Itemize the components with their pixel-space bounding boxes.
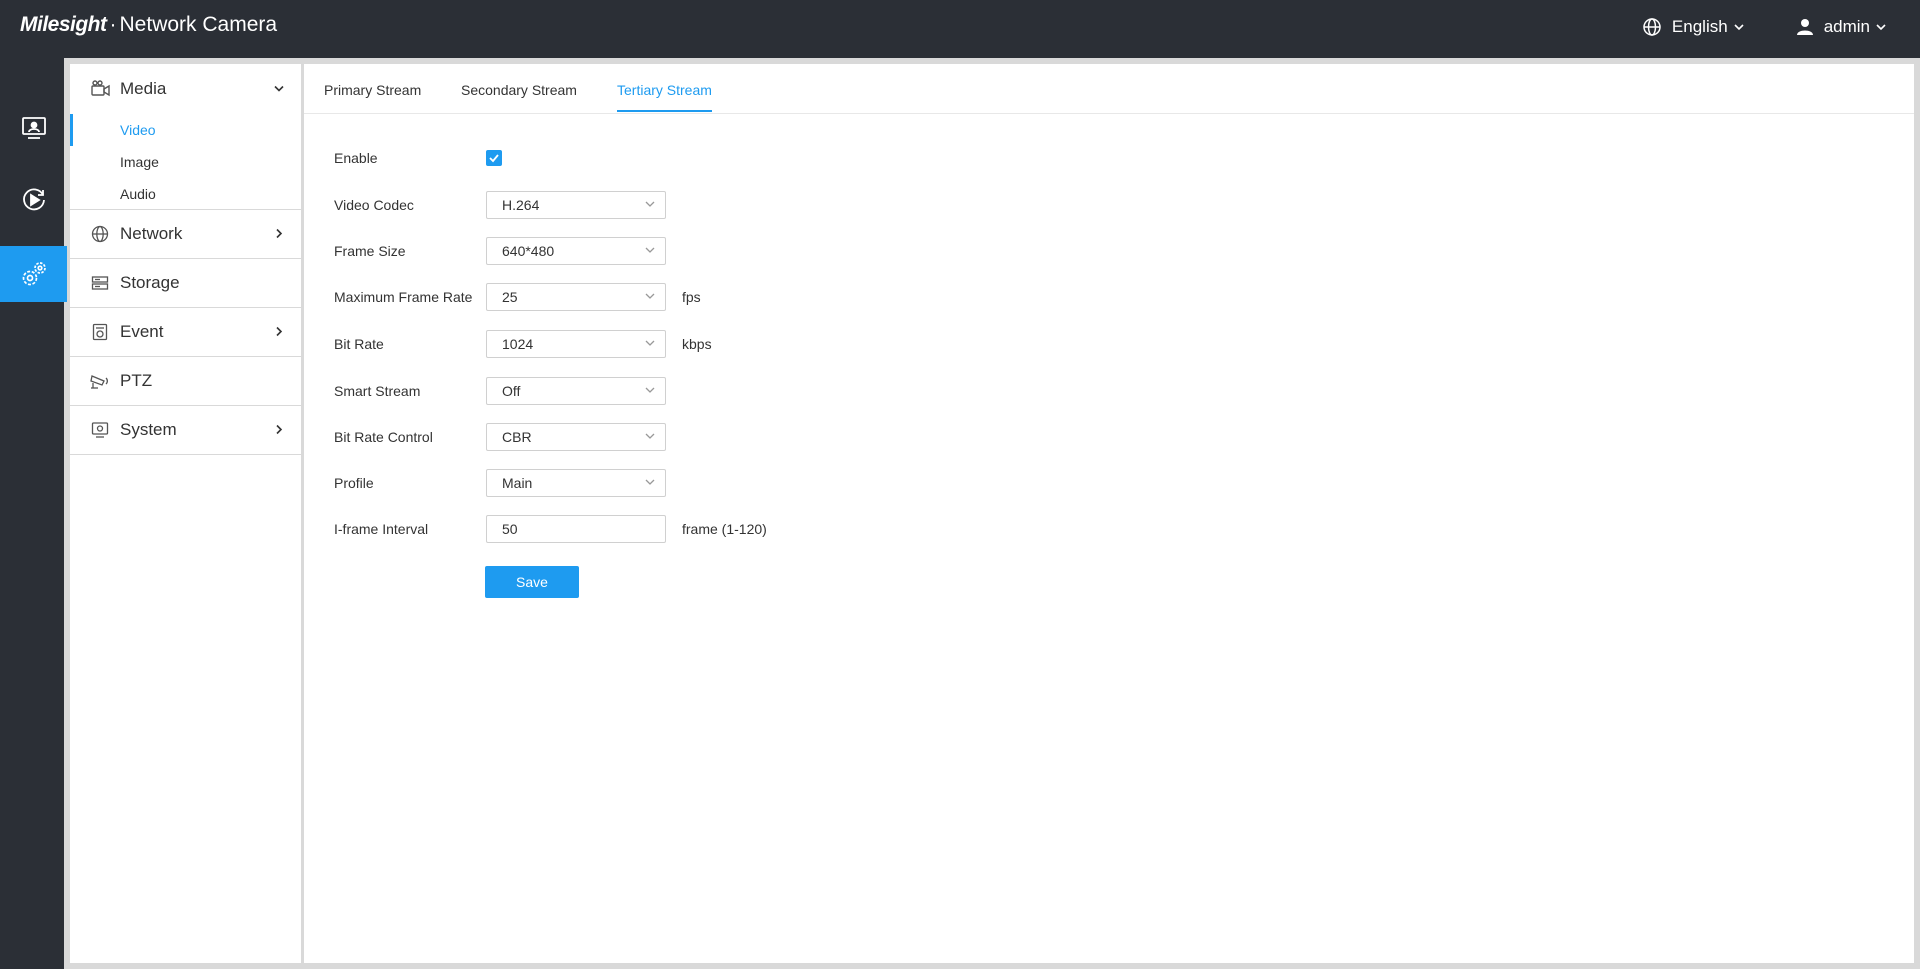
user-icon [1796, 19, 1813, 35]
smart-stream-label: Smart Stream [334, 383, 421, 399]
sidebar-item-storage[interactable]: Storage [70, 259, 301, 308]
video-codec-row: Video Codec H.264 [334, 191, 666, 219]
max-frame-rate-value: 25 [502, 289, 518, 305]
video-codec-select[interactable]: H.264 [486, 191, 666, 219]
bit-rate-select[interactable]: 1024 [486, 330, 666, 358]
iframe-interval-row: I-frame Interval frame (1-120) [334, 515, 767, 543]
playback-icon [22, 188, 45, 211]
chevron-down-icon [1876, 24, 1886, 31]
event-icon [90, 322, 110, 342]
sidebar-item-event[interactable]: Event [70, 308, 301, 357]
sidebar: Media Video Image Audio Network Storage … [70, 64, 301, 963]
max-frame-rate-label: Maximum Frame Rate [334, 289, 473, 305]
live-view-monitor-icon [21, 117, 46, 139]
chevron-down-icon [645, 387, 655, 393]
sidebar-item-label: Media [120, 78, 167, 98]
rail-settings[interactable] [0, 246, 67, 302]
main-panel: Primary Stream Secondary Stream Tertiary… [304, 64, 1914, 963]
fps-unit: fps [682, 289, 701, 305]
max-frame-rate-select[interactable]: 25 [486, 283, 666, 311]
brand-product: Network Camera [119, 13, 278, 36]
save-button[interactable]: Save [485, 566, 579, 598]
sidebar-item-label: System [120, 420, 177, 439]
video-codec-value: H.264 [502, 197, 540, 213]
chevron-right-icon [273, 322, 285, 343]
iframe-interval-unit: frame (1-120) [682, 521, 767, 537]
camera-icon [90, 79, 110, 99]
globe-icon [1643, 18, 1661, 36]
icon-rail [0, 58, 67, 969]
profile-label: Profile [334, 475, 374, 491]
bit-rate-control-row: Bit Rate Control CBR [334, 423, 666, 451]
language-label: English [1671, 17, 1728, 36]
chevron-down-icon [645, 433, 655, 439]
chevron-right-icon [273, 420, 285, 441]
enable-label: Enable [334, 150, 378, 166]
sidebar-item-network[interactable]: Network [70, 210, 301, 259]
frame-size-label: Frame Size [334, 243, 406, 259]
chevron-down-icon [645, 247, 655, 253]
chevron-down-icon [645, 340, 655, 346]
bit-rate-control-value: CBR [502, 429, 532, 445]
smart-stream-row: Smart Stream Off [334, 377, 666, 405]
bit-rate-row: Bit Rate 1024 kbps [334, 330, 712, 358]
bit-rate-control-select[interactable]: CBR [486, 423, 666, 451]
sidebar-subitem-audio[interactable]: Audio [70, 178, 301, 210]
sidebar-item-system[interactable]: System [70, 406, 301, 455]
sidebar-item-ptz[interactable]: PTZ [70, 357, 301, 406]
frame-size-row: Frame Size 640*480 [334, 237, 666, 265]
iframe-interval-label: I-frame Interval [334, 521, 429, 537]
profile-select[interactable]: Main [486, 469, 666, 497]
smart-stream-select[interactable]: Off [486, 377, 666, 405]
video-codec-label: Video Codec [334, 197, 414, 213]
sidebar-item-label: Network [120, 224, 183, 243]
storage-icon [90, 273, 110, 293]
enable-checkbox[interactable] [486, 150, 502, 166]
profile-row: Profile Main [334, 469, 666, 497]
sidebar-item-media[interactable]: Media [70, 64, 301, 113]
top-bar: Milesight · Network Camera English admin [0, 0, 1920, 58]
user-menu[interactable]: admin [1796, 17, 1896, 37]
profile-value: Main [502, 475, 533, 491]
chevron-down-icon [645, 201, 655, 207]
system-icon [90, 420, 110, 440]
sidebar-subitem-image[interactable]: Image [70, 146, 301, 178]
user-label: admin [1823, 17, 1870, 36]
sidebar-subitem-video[interactable]: Video [70, 114, 301, 146]
tab-primary-stream[interactable]: Primary Stream [324, 82, 421, 110]
frame-size-value: 640*480 [502, 243, 555, 259]
sidebar-item-label: Storage [120, 273, 180, 292]
stream-tabs: Primary Stream Secondary Stream Tertiary… [304, 64, 1914, 114]
frame-size-select[interactable]: 640*480 [486, 237, 666, 265]
chevron-right-icon [273, 224, 285, 245]
checkmark-icon [489, 154, 499, 163]
sidebar-item-label: Event [120, 322, 164, 341]
globe-icon [90, 224, 110, 244]
bit-rate-value: 1024 [502, 336, 534, 352]
chevron-down-icon [645, 479, 655, 485]
enable-row: Enable [334, 144, 502, 172]
bit-rate-label: Bit Rate [334, 336, 384, 352]
sidebar-item-label: PTZ [120, 371, 153, 390]
chevron-down-icon [645, 293, 655, 299]
settings-gears-icon [22, 262, 46, 286]
bit-rate-control-label: Bit Rate Control [334, 429, 433, 445]
kbps-unit: kbps [682, 336, 712, 352]
rail-live-view[interactable] [0, 100, 67, 156]
rail-playback[interactable] [0, 172, 67, 228]
iframe-interval-input[interactable] [486, 515, 666, 543]
chevron-down-icon [1734, 24, 1744, 31]
chevron-down-icon [273, 78, 285, 99]
tab-secondary-stream[interactable]: Secondary Stream [461, 82, 577, 110]
smart-stream-value: Off [502, 383, 521, 399]
language-selector[interactable]: English [1642, 17, 1754, 37]
brand: Milesight · Network Camera [20, 13, 277, 37]
ptz-icon [90, 371, 110, 391]
brand-logo: Milesight [20, 13, 107, 36]
max-frame-rate-row: Maximum Frame Rate 25 fps [334, 283, 701, 311]
brand-separator: · [109, 13, 117, 36]
tab-tertiary-stream[interactable]: Tertiary Stream [617, 82, 712, 112]
